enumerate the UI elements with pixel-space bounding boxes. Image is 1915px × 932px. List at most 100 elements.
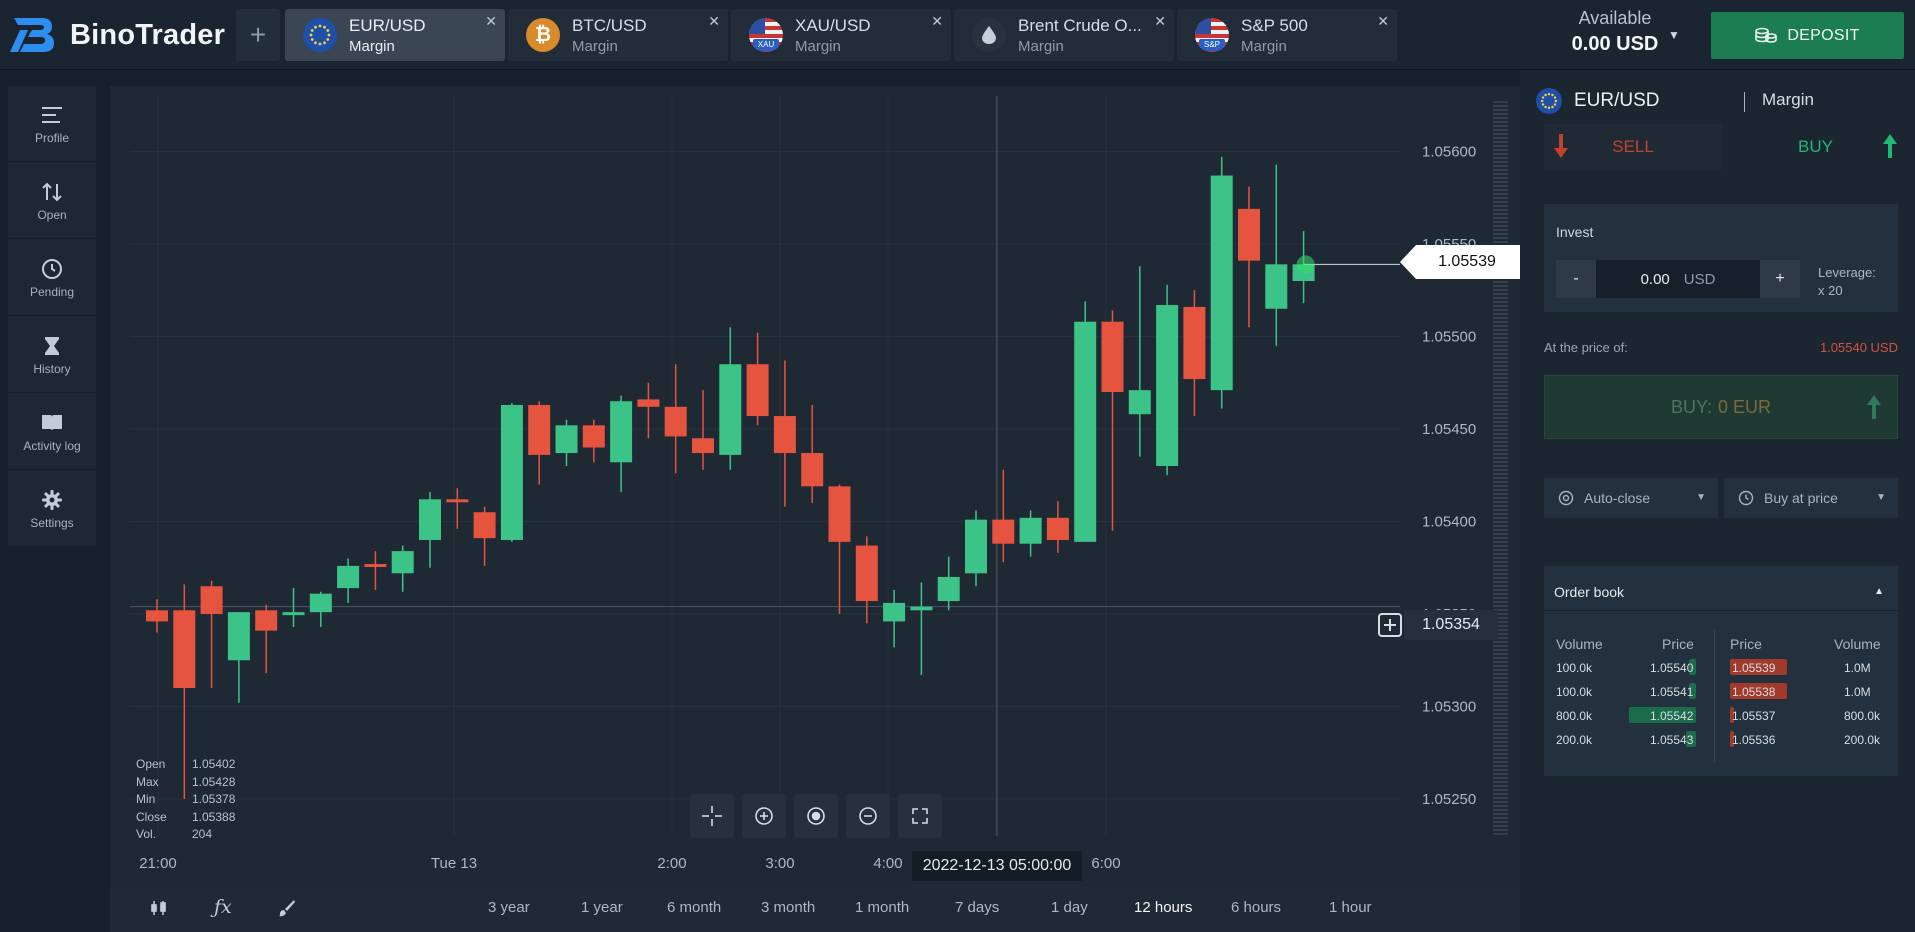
deposit-button[interactable]: DEPOSIT	[1711, 12, 1904, 59]
y-tick-label: 1.05450	[1422, 421, 1476, 438]
y-tick-label: 1.05400	[1422, 514, 1476, 531]
period-12-hours[interactable]: 12 hours	[1134, 899, 1192, 916]
hourglass-icon	[45, 336, 59, 355]
arrow-up-icon	[1867, 395, 1881, 419]
brush-icon[interactable]	[278, 899, 296, 917]
candlestick-chart[interactable]: 1.056001.055501.055001.054501.054001.053…	[110, 86, 1520, 886]
x-tick-label: 2:00	[657, 855, 686, 872]
amount-input[interactable]: 0.00 USD	[1596, 260, 1760, 298]
header-ask-price: Price	[1730, 636, 1762, 652]
divider	[1544, 610, 1898, 611]
nav-item-pending[interactable]: Pending	[8, 240, 96, 316]
add-tab-button[interactable]: +	[236, 9, 280, 61]
tab-eur-usd[interactable]: EUR/USD Margin ✕	[285, 9, 505, 61]
period-7-days[interactable]: 7 days	[955, 899, 999, 916]
x-tick-label: 4:00	[873, 855, 902, 872]
close-tab-icon[interactable]: ✕	[485, 13, 497, 30]
leverage[interactable]: Leverage: x 20	[1818, 264, 1876, 300]
buy-label: BUY	[1798, 137, 1833, 156]
brand-name: BinoTrader	[70, 18, 226, 51]
period-1-month[interactable]: 1 month	[855, 899, 909, 916]
tab-sp500[interactable]: S&P S&P 500 Margin ✕	[1177, 9, 1397, 61]
logo[interactable]: BinoTrader	[8, 8, 225, 62]
order-book-row[interactable]: 100.0k 1.05540 1.05539 1.0M	[1544, 658, 1898, 678]
leverage-label: Leverage:	[1818, 265, 1876, 280]
tab-symbol: EUR/USD	[349, 15, 426, 35]
ohlc-row: Open 1.05402	[136, 757, 236, 771]
period-6-hours[interactable]: 6 hours	[1231, 899, 1281, 916]
buy-at-price-dropdown[interactable]: Buy at price ▼	[1724, 478, 1898, 518]
order-book-row[interactable]: 800.0k 1.05542 1.05537 800.0k	[1544, 706, 1898, 726]
book-icon	[42, 414, 62, 431]
buy-tab[interactable]: BUY	[1722, 124, 1909, 170]
ohlc-readout: Open 1.05402 Max 1.05428 Min 1.05378 Close 1…	[136, 756, 235, 844]
tab-xau-usd[interactable]: XAU XAU/USD Margin ✕	[731, 9, 951, 61]
close-tab-icon[interactable]: ✕	[708, 13, 720, 30]
buy-submit-button[interactable]: BUY: 0 EUR	[1544, 375, 1898, 439]
center-button[interactable]	[794, 794, 838, 838]
panel-mode[interactable]: Margin	[1762, 90, 1814, 110]
period-1-day[interactable]: 1 day	[1051, 899, 1088, 916]
period-1-hour[interactable]: 1 hour	[1329, 899, 1372, 916]
order-book-row[interactable]: 100.0k 1.05541 1.05538 1.0M	[1544, 682, 1898, 702]
zoom-in-button[interactable]	[742, 794, 786, 838]
header-bid-volume: Volume	[1556, 636, 1603, 652]
target-icon	[807, 807, 825, 825]
ask-volume: 800.0k	[1844, 709, 1881, 723]
indicators-icon[interactable]: ƒx	[214, 896, 232, 918]
chevron-up-icon[interactable]: ▲	[1874, 586, 1884, 597]
sell-tab[interactable]: SELL	[1544, 124, 1722, 170]
chevron-down-icon: ▼	[1876, 492, 1886, 503]
candle-up	[1128, 390, 1151, 415]
chevron-down-icon[interactable]: ▼	[1668, 28, 1680, 42]
divider	[1744, 92, 1745, 112]
period-3-month[interactable]: 3 month	[761, 899, 815, 916]
decrease-button[interactable]: -	[1556, 260, 1596, 298]
fullscreen-button[interactable]	[898, 794, 942, 838]
period-3-year[interactable]: 3 year	[488, 899, 530, 916]
close-tab-icon[interactable]: ✕	[1377, 13, 1389, 30]
amount-value: 0.00	[1640, 270, 1670, 288]
x-tick-label: 21:00	[139, 855, 177, 872]
tab-btc-usd[interactable]: ₿ BTC/USD Margin ✕	[508, 9, 728, 61]
period-1-year[interactable]: 1 year	[581, 899, 623, 916]
amount-stepper: - 0.00 USD +	[1556, 260, 1800, 298]
candle-up	[500, 404, 523, 540]
ask-price: 1.05537	[1732, 709, 1776, 723]
crosshair-button[interactable]	[690, 794, 734, 838]
candle-down	[773, 416, 796, 454]
candle-up	[937, 577, 960, 602]
nav-item-history[interactable]: History	[8, 317, 96, 393]
candle-down	[664, 406, 687, 437]
auto-close-label: Auto-close	[1584, 490, 1651, 506]
ohlc-row: Close 1.05388	[136, 809, 236, 824]
ohlc-row: Max 1.05428	[136, 774, 236, 789]
candle-down	[146, 610, 168, 622]
zoom-out-button[interactable]	[846, 794, 890, 838]
price-chart[interactable]: 1.05600 1.05550 1.05500 1.05450 1.05400 1.053…	[110, 86, 1520, 886]
add-level-icon[interactable]	[1378, 613, 1402, 637]
period-6-month[interactable]: 6 month	[667, 899, 721, 916]
candle-down	[692, 438, 714, 454]
x-tick-label: 3:00	[765, 855, 794, 872]
candle-down	[746, 364, 769, 417]
order-book-row[interactable]: 200.0k 1.05543 1.05536 200.0k	[1544, 730, 1898, 750]
ask-price: 1.05536	[1732, 733, 1776, 747]
close-tab-icon[interactable]: ✕	[931, 13, 943, 30]
auto-close-dropdown[interactable]: Auto-close ▼	[1544, 478, 1718, 518]
tab-brent-crude[interactable]: Brent Crude O... Margin ✕	[954, 9, 1174, 61]
candle-up	[1074, 321, 1097, 542]
tab-badge: S&P	[1199, 39, 1225, 51]
close-tab-icon[interactable]: ✕	[1154, 13, 1166, 30]
nav-item-activity-log[interactable]: Activity log	[8, 394, 96, 470]
chart-type-icon[interactable]	[150, 899, 168, 917]
candle-up	[883, 602, 906, 622]
bid-price: 1.05543	[1650, 733, 1694, 747]
eu-flag-icon	[303, 18, 337, 52]
increase-button[interactable]: +	[1760, 260, 1800, 298]
candle-down	[255, 610, 278, 631]
nav-item-settings[interactable]: Settings	[8, 471, 96, 547]
nav-item-open[interactable]: Open	[8, 163, 96, 239]
nav-item-profile[interactable]: Profile	[8, 86, 96, 162]
x-tick-label: Tue 13	[431, 855, 477, 872]
